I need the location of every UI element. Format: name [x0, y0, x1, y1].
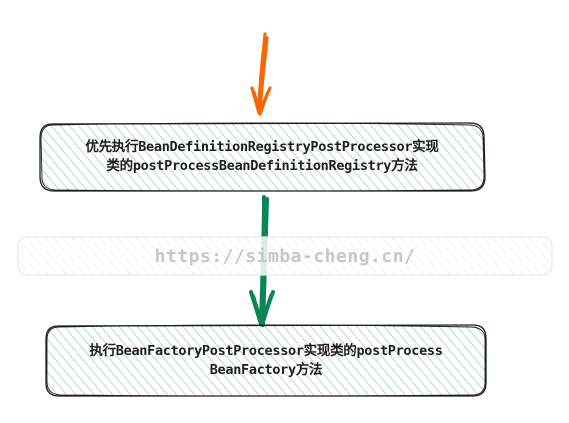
- registry-step-box: [39, 122, 486, 192]
- watermark-band: [17, 236, 553, 276]
- factory-step-box: [45, 324, 487, 397]
- entry-arrow: [250, 32, 272, 116]
- flow-diagram: [17, 32, 553, 397]
